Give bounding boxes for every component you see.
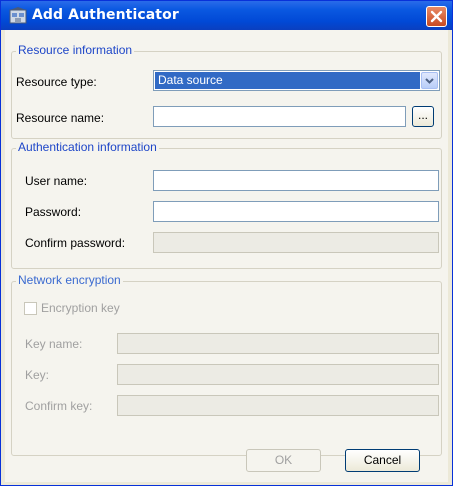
chevron-down-icon[interactable] (421, 72, 438, 89)
encryption-key-label: Encryption key (41, 301, 120, 315)
title-bar[interactable]: Add Authenticator (1, 1, 452, 30)
auth-group: Authentication information User name: Pa… (11, 140, 442, 269)
user-name-label: User name: (25, 174, 88, 188)
resource-type-select[interactable]: Data source (153, 70, 440, 91)
close-icon (430, 10, 443, 23)
browse-button[interactable]: ... (412, 106, 434, 127)
confirm-key-input[interactable] (117, 395, 439, 416)
user-name-input[interactable] (153, 170, 439, 191)
cancel-button[interactable]: Cancel (345, 449, 420, 472)
close-button[interactable] (426, 6, 447, 27)
key-name-input[interactable] (117, 333, 439, 354)
authenticator-icon (9, 7, 27, 24)
resource-type-label: Resource type: (16, 75, 97, 89)
key-label: Key: (25, 368, 50, 382)
auth-legend: Authentication information (16, 140, 159, 154)
key-input[interactable] (117, 364, 439, 385)
dialog-content: Resource information Resource type: Data… (5, 30, 448, 482)
resource-group: Resource information Resource type: Data… (11, 43, 442, 139)
resource-legend: Resource information (16, 43, 135, 57)
password-input[interactable] (153, 201, 439, 222)
dialog-window: Add Authenticator Resource information R… (0, 0, 453, 486)
resource-name-label: Resource name: (16, 111, 105, 125)
confirm-key-label: Confirm key: (25, 399, 93, 413)
network-legend: Network encryption (16, 273, 123, 287)
confirm-password-input[interactable] (153, 232, 439, 253)
resource-type-value: Data source (155, 72, 420, 89)
encryption-key-checkbox[interactable] (24, 302, 37, 315)
network-group: Network encryption Encryption key Key na… (11, 273, 442, 456)
ok-button[interactable]: OK (246, 449, 321, 472)
key-name-label: Key name: (25, 337, 83, 351)
window-title: Add Authenticator (32, 7, 179, 23)
resource-name-input[interactable] (153, 106, 406, 127)
confirm-password-label: Confirm password: (25, 236, 126, 250)
password-label: Password: (25, 205, 82, 219)
